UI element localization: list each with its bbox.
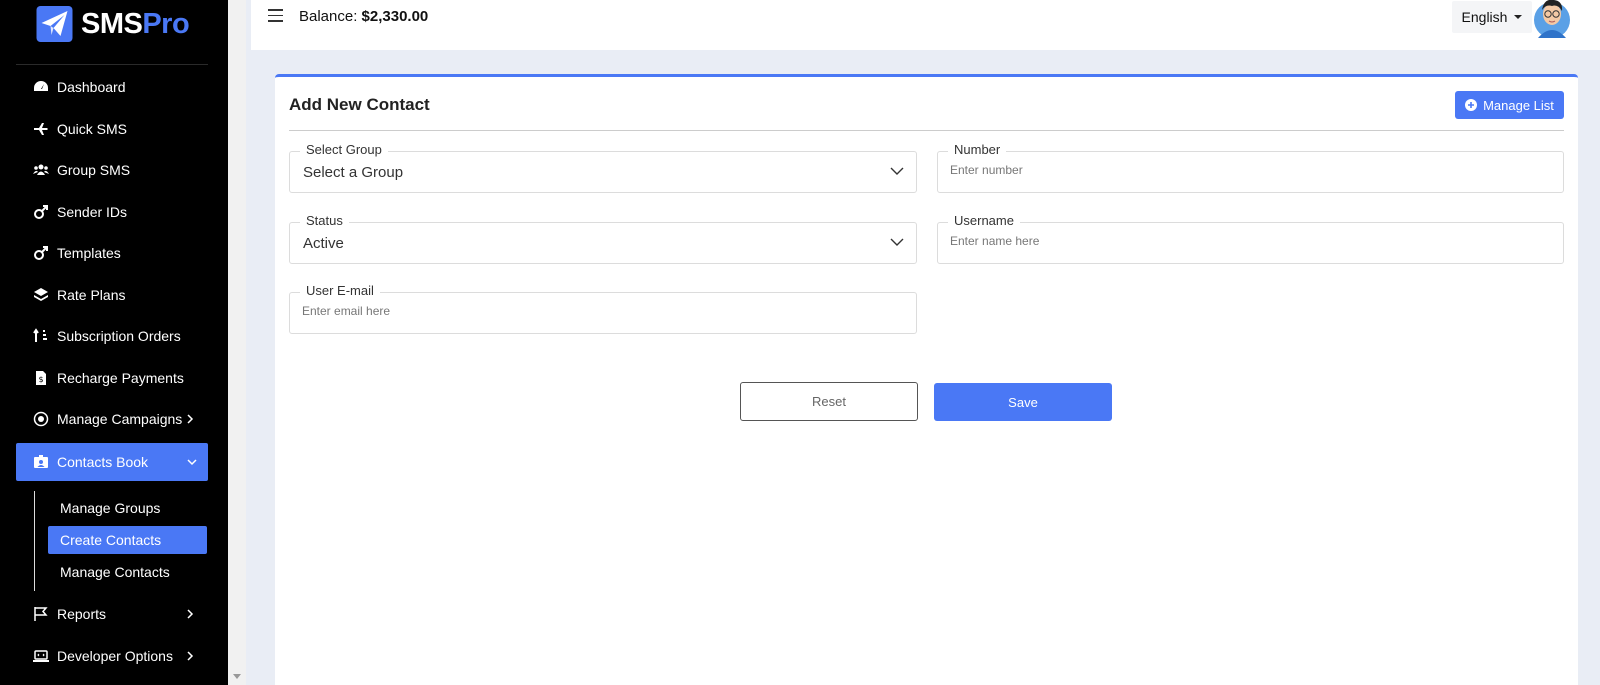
- mars-icon: [33, 204, 49, 220]
- sidebar-subitem-create-contacts[interactable]: Create Contacts: [48, 526, 207, 554]
- sidebar-subitem-label: Manage Contacts: [60, 564, 170, 580]
- sidebar-item-label: Reports: [57, 606, 107, 622]
- paper-plane-icon: [36, 6, 73, 42]
- status-select[interactable]: Status Active: [289, 213, 917, 264]
- balance-value: $2,330.00: [361, 8, 429, 25]
- sidebar-item-label: Group SMS: [57, 162, 131, 178]
- sidebar-item-reports[interactable]: Reports: [16, 595, 208, 633]
- card-divider: [289, 130, 1564, 131]
- flag-icon: [33, 606, 49, 622]
- sidebar-divider: [16, 64, 208, 65]
- gauge-icon: [33, 79, 49, 95]
- language-label: English: [1461, 9, 1508, 25]
- svg-text:$: $: [39, 375, 44, 384]
- save-button[interactable]: Save: [934, 383, 1112, 421]
- sidebar-item-label: Recharge Payments: [57, 370, 184, 386]
- top-bar: Balance: $2,330.00 English: [251, 0, 1600, 50]
- sidebar-item-contacts-book[interactable]: Contacts Book: [16, 443, 208, 481]
- laptop-code-icon: [33, 648, 49, 664]
- mars-icon: [33, 245, 49, 261]
- chevron-right-icon: [187, 651, 194, 661]
- submenu-line: [34, 491, 35, 591]
- number-input[interactable]: [950, 163, 1513, 177]
- brand-name-part1: SMS: [81, 7, 143, 40]
- group-select-value: Select a Group: [303, 164, 404, 181]
- brand-name-part2: Pro: [142, 7, 190, 40]
- balance-label: Balance:: [299, 8, 358, 25]
- chevron-down-icon: [890, 167, 904, 175]
- invoice-icon: $: [33, 370, 49, 386]
- sidebar-item-label: Manage Campaigns: [57, 411, 183, 427]
- reset-button[interactable]: Reset: [740, 382, 918, 421]
- email-field[interactable]: User E-mail: [289, 283, 917, 334]
- sidebar-item-label: Developer Options: [57, 648, 173, 664]
- sidebar-item-subscription-orders[interactable]: Subscription Orders: [16, 317, 208, 355]
- sidebar-item-rate-plans[interactable]: Rate Plans: [16, 276, 208, 314]
- sidebar-item-developer-options[interactable]: Developer Options: [16, 637, 208, 675]
- hamburger-menu-icon[interactable]: [268, 9, 284, 23]
- username-input[interactable]: [950, 234, 1513, 248]
- sidebar-item-recharge-payments[interactable]: $ Recharge Payments: [16, 359, 208, 397]
- sidebar-item-label: Templates: [57, 245, 121, 261]
- email-field-label: User E-mail: [300, 283, 380, 298]
- number-field[interactable]: Number: [937, 142, 1564, 193]
- layers-icon: [33, 287, 49, 303]
- language-dropdown[interactable]: English: [1452, 1, 1532, 33]
- sort-icon: [33, 328, 49, 344]
- status-select-value: Active: [303, 235, 344, 252]
- sidebar-item-label: Subscription Orders: [57, 328, 181, 344]
- sidebar-item-label: Rate Plans: [57, 287, 126, 303]
- sidebar-item-dashboard[interactable]: Dashboard: [16, 68, 208, 106]
- sidebar-scrollbar[interactable]: [228, 0, 246, 685]
- sidebar-item-label: Quick SMS: [57, 121, 128, 137]
- sidebar-item-quick-sms[interactable]: Quick SMS: [16, 110, 208, 148]
- sidebar-subitem-label: Manage Groups: [60, 500, 161, 516]
- avatar[interactable]: [1532, 0, 1572, 38]
- number-field-label: Number: [948, 142, 1007, 157]
- scroll-down-arrow-icon[interactable]: [233, 674, 241, 679]
- sidebar: SMSPro Dashboard Quick SMS Group SMS Sen…: [0, 0, 228, 685]
- plus-circle-icon: [1465, 99, 1478, 111]
- contact-card-icon: [33, 454, 49, 470]
- sidebar-item-label: Dashboard: [57, 79, 126, 95]
- plane-icon: [33, 121, 49, 137]
- brand-logo[interactable]: SMSPro: [36, 5, 190, 43]
- status-select-label: Status: [300, 213, 349, 228]
- group-select[interactable]: Select Group Select a Group: [289, 142, 917, 193]
- sidebar-item-manage-campaigns[interactable]: Manage Campaigns: [16, 400, 208, 438]
- balance-display: Balance: $2,330.00: [299, 8, 428, 25]
- page-title: Add New Contact: [289, 95, 430, 114]
- sidebar-item-label: Contacts Book: [57, 454, 149, 470]
- username-field[interactable]: Username: [937, 213, 1564, 264]
- users-icon: [33, 162, 49, 178]
- add-contact-card: Add New Contact Manage List Select Group…: [275, 74, 1578, 685]
- sidebar-item-group-sms[interactable]: Group SMS: [16, 151, 208, 189]
- sidebar-item-sender-ids[interactable]: Sender IDs: [16, 193, 208, 231]
- manage-list-label: Manage List: [1483, 97, 1554, 113]
- chevron-right-icon: [187, 609, 194, 619]
- email-input[interactable]: [302, 304, 866, 318]
- sidebar-subitem-label: Create Contacts: [60, 532, 162, 548]
- campaign-icon: [33, 411, 49, 427]
- sidebar-item-templates[interactable]: Templates: [16, 234, 208, 272]
- sidebar-subitem-manage-contacts[interactable]: Manage Contacts: [48, 558, 207, 586]
- username-field-label: Username: [948, 213, 1020, 228]
- group-select-label: Select Group: [300, 142, 388, 157]
- sidebar-subitem-manage-groups[interactable]: Manage Groups: [48, 494, 207, 522]
- caret-down-icon: [1514, 15, 1523, 19]
- chevron-down-icon: [890, 238, 904, 246]
- chevron-right-icon: [187, 414, 194, 424]
- manage-list-button[interactable]: Manage List: [1455, 91, 1564, 119]
- sidebar-item-label: Sender IDs: [57, 204, 128, 220]
- chevron-down-icon: [187, 459, 197, 466]
